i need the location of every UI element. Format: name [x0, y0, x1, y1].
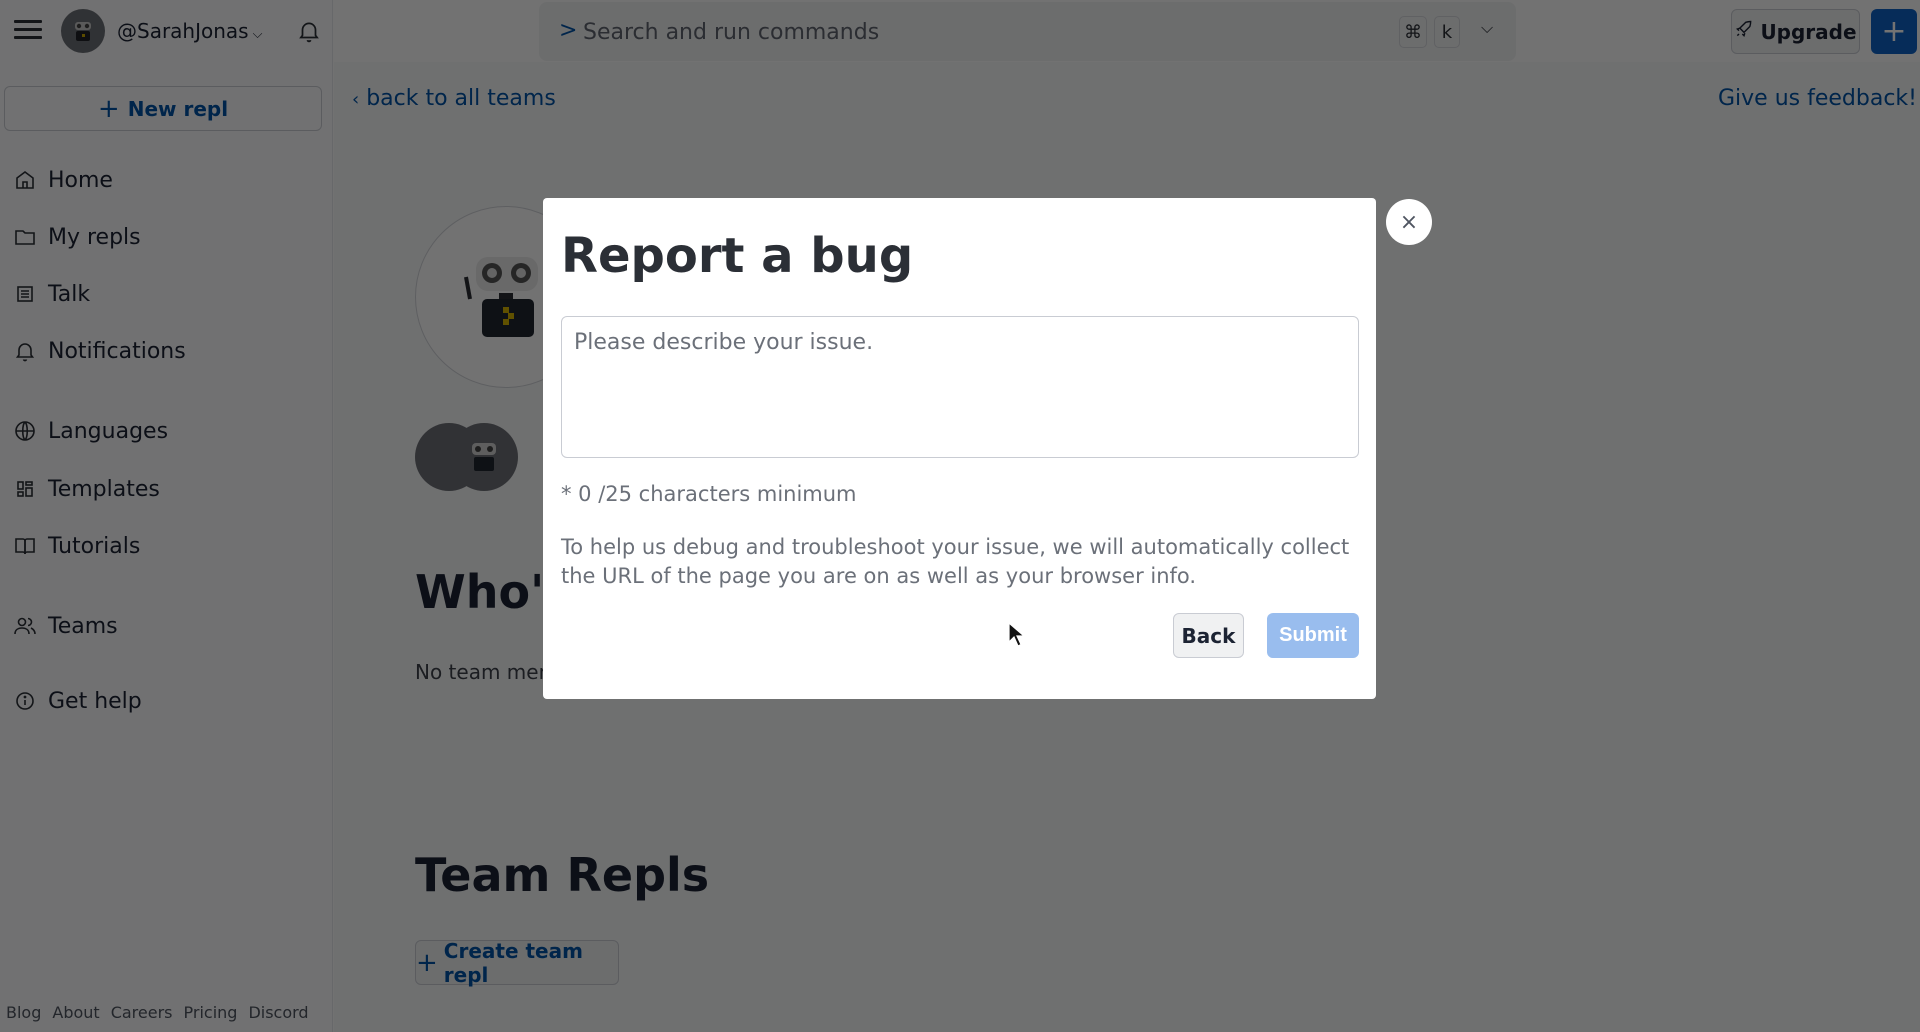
info-text: To help us debug and troubleshoot your i… — [561, 535, 1350, 588]
report-bug-modal: Report a bug * 0 /25 characters minimum … — [543, 198, 1376, 699]
close-icon[interactable]: × — [1386, 199, 1432, 245]
back-button[interactable]: Back — [1173, 613, 1244, 658]
char-count-hint: * 0 /25 characters minimum — [561, 482, 857, 506]
modal-title: Report a bug — [561, 228, 914, 284]
submit-button[interactable]: Submit — [1267, 613, 1359, 658]
mouse-cursor-icon — [1008, 622, 1026, 647]
issue-description-input[interactable] — [561, 316, 1359, 458]
